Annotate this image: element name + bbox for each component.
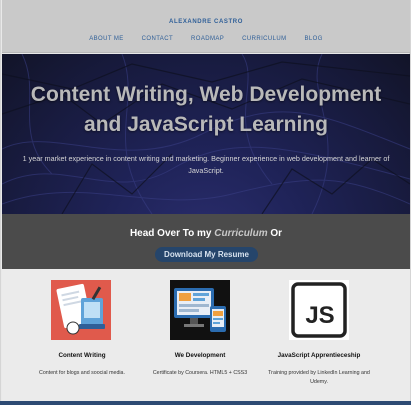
- web-development-illustration-icon: [170, 280, 230, 340]
- js-logo-text: JS: [305, 302, 334, 329]
- cta-text-after: Or: [267, 228, 283, 239]
- main-nav: ABOUT ME CONTACT ROADMAP CURRICULUM BLOG: [2, 36, 410, 42]
- nav-blog[interactable]: BLOG: [296, 36, 332, 42]
- download-resume-button[interactable]: Download My Resume: [155, 247, 258, 262]
- nav-contact[interactable]: CONTACT: [133, 36, 182, 42]
- hero-title-line-2: and JavaScript Learning: [84, 113, 328, 136]
- content-writing-illustration-icon: [51, 280, 111, 340]
- site-header: ALEXANDRE CASTRO ABOUT ME CONTACT ROADMA…: [2, 0, 410, 53]
- nav-roadmap[interactable]: ROADMAP: [182, 36, 233, 42]
- cta-text: Head Over To my Curriculum Or: [2, 228, 410, 239]
- feature-title: JavaScript Apprentieceship: [277, 352, 361, 359]
- site-brand[interactable]: ALEXANDRE CASTRO: [2, 19, 410, 25]
- javascript-logo-icon: JS: [289, 280, 349, 340]
- hero-section: Content Writing, Web Development and Jav…: [2, 54, 410, 214]
- feature-description: Content for blogs and soocial media.: [39, 370, 125, 376]
- hero-title-line-1: Content Writing, Web Development: [30, 83, 382, 106]
- feature-title: Content Writing: [58, 352, 106, 359]
- cta-band: Head Over To my Curriculum Or Download M…: [2, 214, 410, 269]
- feature-description: Certificate by Coursera. HTML5 + CSS3: [152, 370, 248, 376]
- hero-title: Content Writing, Web Development and Jav…: [2, 80, 410, 140]
- footer-bar: [0, 401, 411, 405]
- features-section: Content Writing Content for blogs and so…: [2, 269, 410, 401]
- feature-title: We Development: [174, 352, 226, 359]
- feature-description: Training provided by LinkedIn Learning a…: [268, 370, 370, 385]
- nav-curriculum[interactable]: CURRICULUM: [233, 36, 295, 42]
- page: ALEXANDRE CASTRO ABOUT ME CONTACT ROADMA…: [0, 0, 411, 405]
- cta-curriculum-link[interactable]: Curriculum: [214, 228, 267, 239]
- hero-subtitle: 1 year market experience in content writ…: [22, 154, 390, 175]
- nav-about-me[interactable]: ABOUT ME: [80, 36, 132, 42]
- cta-text-before: Head Over To my: [129, 228, 215, 239]
